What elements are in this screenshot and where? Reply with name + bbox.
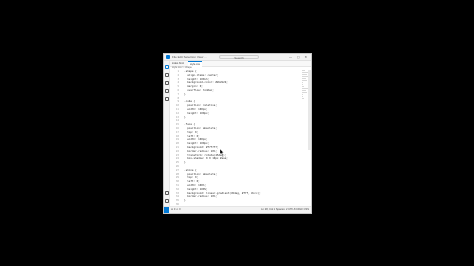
command-search-input[interactable]: Search [219,55,259,60]
problems-status[interactable]: ⊗ 0 ⚠ 0 [171,207,181,213]
title-bar: File Edit Selection View ... Search — ▢ … [164,54,311,61]
minimap-line [302,70,305,71]
search-icon[interactable] [165,73,169,77]
editor-window: File Edit Selection View ... Search — ▢ … [163,53,312,214]
explorer-icon[interactable] [165,65,169,69]
run-debug-icon[interactable] [165,89,169,93]
window-controls[interactable]: — ▢ ✕ [289,54,309,60]
mouse-cursor-icon [220,149,224,155]
status-bar: ⊗ 0 ⚠ 0 Ln 28, Col 1 Spaces: 2 UTF-8 CRL… [164,206,311,213]
account-icon[interactable] [165,191,169,195]
editor-status[interactable]: Ln 28, Col 1 Spaces: 2 UTF-8 CRLF CSS [261,207,309,213]
code-area[interactable]: .shape { align-items: center; height: 10… [181,70,297,210]
minimap-line [302,92,307,93]
minimap-line [302,74,307,75]
minimap-line [302,96,303,97]
minimap-line [302,84,303,85]
remote-indicator-icon[interactable] [164,207,169,213]
minimap-line [302,94,303,95]
minimap-line [302,82,303,83]
app-logo-icon [166,55,170,59]
code-editor[interactable]: 1 2 3 4 5 6 7 8 9 10 11 12 13 14 15 16 17 18 19 20 21 22 23 24 2… [170,70,307,210]
right-black-bar [312,0,474,266]
line-numbers: 1 2 3 4 5 6 7 8 9 10 11 12 13 14 15 16 17 18 19 20 21 22 23 24 2… [170,70,179,210]
gear-icon[interactable] [165,199,169,203]
vertical-scrollbar[interactable] [308,70,311,150]
left-black-bar [0,0,163,266]
minimap-line [302,80,308,81]
minimap-line [302,86,305,87]
minimap-line [302,78,306,79]
source-control-icon[interactable] [165,81,169,85]
extensions-icon[interactable] [165,97,169,101]
minimap-line [302,98,305,99]
menu-bar[interactable]: File Edit Selection View ... [172,54,207,60]
minimap-line [302,90,307,91]
minimap-line [302,88,308,89]
